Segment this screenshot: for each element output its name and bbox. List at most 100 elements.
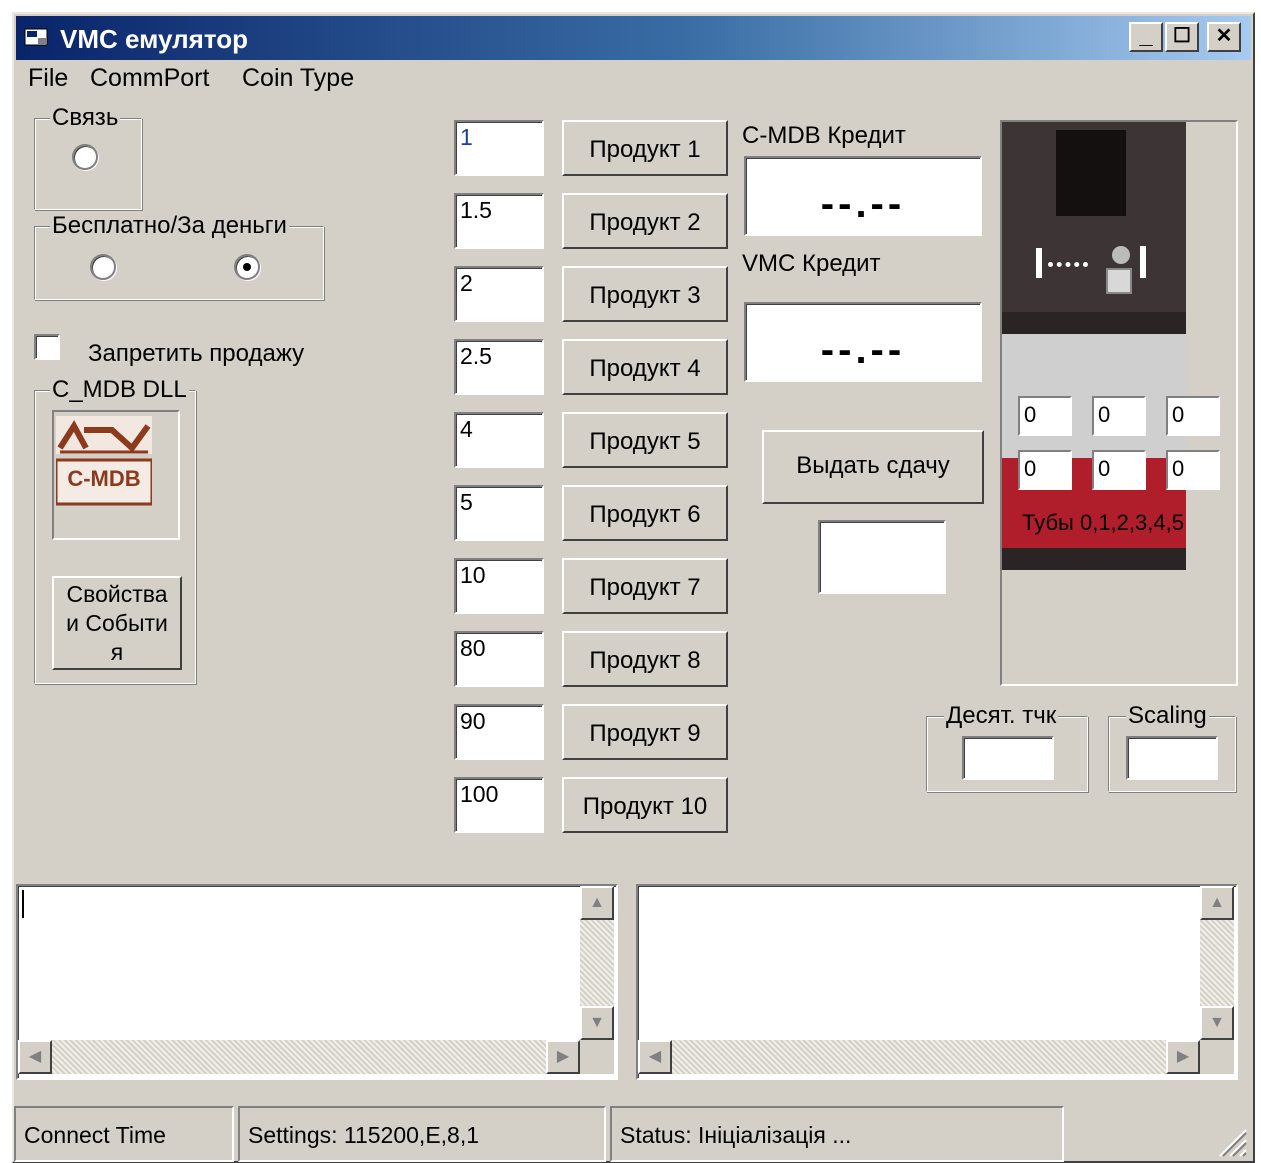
menu-coin-type[interactable]: Coin Type: [242, 64, 354, 93]
forbid-sale-checkbox[interactable]: [34, 334, 60, 360]
product-3-price-input[interactable]: 2: [454, 266, 544, 322]
menu-file[interactable]: File: [28, 64, 68, 93]
radio-selected-dot: [243, 263, 251, 271]
product-button-label: Продукт 5: [589, 428, 701, 455]
indicator-icon: [1036, 248, 1042, 278]
decimal-point-input[interactable]: [962, 736, 1054, 780]
knob-icon: [1112, 246, 1130, 264]
vmc-credit-label: VMC Кредит: [742, 250, 881, 277]
minimize-button[interactable]: _: [1129, 22, 1163, 52]
connection-radio[interactable]: [72, 144, 98, 170]
indicator-right-icon: [1140, 246, 1146, 278]
tube-0-input[interactable]: 0: [1018, 396, 1072, 436]
log-right-textarea[interactable]: ▲ ▼ ◀ ▶: [636, 884, 1238, 1080]
product-1-price-input[interactable]: 1: [454, 120, 544, 176]
connection-group-label: Связь: [50, 104, 121, 131]
tube-5-value: 0: [1172, 456, 1185, 481]
product-button-label: Продукт 3: [589, 282, 701, 309]
product-button-label: Продукт 1: [589, 136, 701, 163]
status-connect-time: Connect Time: [14, 1106, 234, 1162]
product-4-button[interactable]: Продукт 4: [562, 339, 728, 395]
change-output: [818, 520, 946, 594]
tube-4-value: 0: [1098, 456, 1111, 481]
product-8-button[interactable]: Продукт 8: [562, 631, 728, 687]
product-9-button[interactable]: Продукт 9: [562, 704, 728, 760]
product-2-price-input[interactable]: 1.5: [454, 193, 544, 249]
button-square-icon: [1106, 268, 1132, 294]
resize-grip-icon[interactable]: [1214, 1124, 1248, 1158]
log-right-hscroll[interactable]: [638, 1040, 1200, 1074]
tubes-label: Тубы 0,1,2,3,4,5: [1022, 510, 1184, 535]
product-price-value: 2.5: [460, 343, 492, 369]
give-change-label: Выдать сдачу: [796, 452, 950, 479]
product-6-price-input[interactable]: 5: [454, 485, 544, 541]
dll-group-label: C_MDB DLL: [50, 376, 189, 403]
scroll-right-icon[interactable]: ▶: [546, 1040, 580, 1074]
free-radio[interactable]: [90, 254, 116, 280]
tube-3-input[interactable]: 0: [1018, 450, 1072, 490]
scroll-right-icon[interactable]: ▶: [1166, 1040, 1200, 1074]
tube-0-value: 0: [1024, 402, 1037, 427]
scroll-up-icon[interactable]: ▲: [1200, 886, 1234, 920]
scaling-label: Scaling: [1126, 702, 1209, 729]
product-8-price-input[interactable]: 80: [454, 631, 544, 687]
scroll-down-icon[interactable]: ▼: [580, 1006, 614, 1040]
log-left-hscroll[interactable]: [18, 1040, 580, 1074]
scaling-input[interactable]: [1126, 736, 1218, 780]
properties-events-label: Свойства и События: [66, 581, 168, 665]
tube-2-input[interactable]: 0: [1166, 396, 1220, 436]
product-4-price-input[interactable]: 2.5: [454, 339, 544, 395]
text-cursor: [22, 890, 24, 918]
product-5-button[interactable]: Продукт 5: [562, 412, 728, 468]
product-button-label: Продукт 8: [589, 647, 701, 674]
scroll-left-icon[interactable]: ◀: [18, 1040, 52, 1074]
product-button-label: Продукт 6: [589, 501, 701, 528]
scroll-corner: [1200, 1040, 1234, 1074]
main-window: VMC емулятор _ ☐ ✕ File CommPort Coin Ty…: [12, 12, 1255, 1163]
give-change-button[interactable]: Выдать сдачу: [762, 430, 984, 504]
product-price-value: 5: [460, 489, 473, 515]
product-2-button[interactable]: Продукт 2: [562, 193, 728, 249]
product-button-label: Продукт 7: [589, 574, 701, 601]
scroll-up-icon[interactable]: ▲: [580, 886, 614, 920]
scroll-down-icon[interactable]: ▼: [1200, 1006, 1234, 1040]
maximize-button[interactable]: ☐: [1165, 22, 1199, 52]
product-price-value: 1: [460, 124, 473, 150]
product-price-value: 4: [460, 416, 473, 442]
product-button-label: Продукт 4: [589, 355, 701, 382]
scroll-left-icon[interactable]: ◀: [638, 1040, 672, 1074]
product-price-value: 100: [460, 781, 499, 807]
product-6-button[interactable]: Продукт 6: [562, 485, 728, 541]
status-text: Status: Ініціалізація ...: [620, 1122, 852, 1148]
window-title: VMC емулятор: [60, 24, 248, 54]
close-button[interactable]: ✕: [1207, 22, 1241, 52]
product-9-price-input[interactable]: 90: [454, 704, 544, 760]
product-10-price-input[interactable]: 100: [454, 777, 544, 833]
tube-4-input[interactable]: 0: [1092, 450, 1146, 490]
title-bar[interactable]: VMC емулятор _ ☐ ✕: [16, 16, 1251, 60]
status-state: Status: Ініціалізація ...: [610, 1106, 1064, 1162]
indicator-dots-icon: [1048, 262, 1088, 268]
paid-radio[interactable]: [234, 254, 260, 280]
product-10-button[interactable]: Продукт 10: [562, 777, 728, 833]
changer-band: [1002, 312, 1186, 334]
tube-1-value: 0: [1098, 402, 1111, 427]
changer-top: [1002, 122, 1186, 312]
menu-commport[interactable]: CommPort: [90, 64, 209, 93]
status-settings: Settings: 115200,E,8,1: [238, 1106, 606, 1162]
tube-1-input[interactable]: 0: [1092, 396, 1146, 436]
product-3-button[interactable]: Продукт 3: [562, 266, 728, 322]
scroll-corner: [580, 1040, 614, 1074]
cmdb-credit-value: --.--: [820, 182, 906, 226]
product-7-price-input[interactable]: 10: [454, 558, 544, 614]
log-left-textarea[interactable]: ▲ ▼ ◀ ▶: [16, 884, 618, 1080]
product-7-button[interactable]: Продукт 7: [562, 558, 728, 614]
product-5-price-input[interactable]: 4: [454, 412, 544, 468]
properties-events-button[interactable]: Свойства и События: [52, 576, 182, 670]
tube-3-value: 0: [1024, 456, 1037, 481]
product-button-label: Продукт 9: [589, 720, 701, 747]
product-button-label: Продукт 2: [589, 209, 701, 236]
product-price-value: 10: [460, 562, 486, 588]
product-1-button[interactable]: Продукт 1: [562, 120, 728, 176]
tube-5-input[interactable]: 0: [1166, 450, 1220, 490]
